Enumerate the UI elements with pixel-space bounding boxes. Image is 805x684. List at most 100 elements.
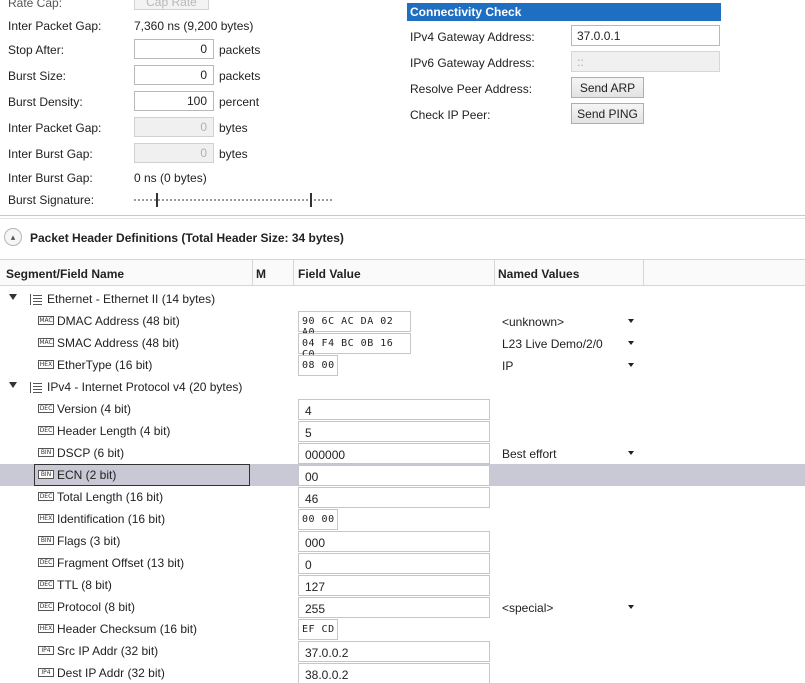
column-divider[interactable]: [293, 260, 294, 286]
field-value-input[interactable]: 127: [298, 575, 490, 596]
segment-label: Ethernet - Ethernet II (14 bytes): [47, 292, 216, 306]
field-name: Dest IP Addr (32 bit): [57, 666, 165, 680]
section-title: Packet Header Definitions (Total Header …: [30, 231, 344, 245]
field-type-icon: MAC: [38, 338, 54, 347]
field-value-input[interactable]: 08 00: [298, 355, 338, 376]
column-divider[interactable]: [643, 260, 644, 286]
field-value-input[interactable]: 0: [298, 553, 490, 574]
segment-row[interactable]: IPv4 - Internet Protocol v4 (20 bytes): [0, 376, 805, 398]
dropdown-arrow-icon[interactable]: [628, 605, 634, 609]
named-value[interactable]: <special>: [502, 601, 553, 615]
inter-packet-gap-input[interactable]: 0: [134, 117, 214, 137]
field-value-input[interactable]: 4: [298, 399, 490, 420]
named-value[interactable]: Best effort: [502, 447, 556, 461]
stop-after-unit: packets: [219, 43, 261, 57]
field-type-icon: DEC: [38, 404, 54, 413]
field-row[interactable]: DEC Fragment Offset (13 bit) 0: [0, 552, 805, 574]
section-separator: [0, 215, 805, 216]
field-value-input[interactable]: EF CD: [298, 619, 338, 640]
field-type-icon: BIN: [38, 448, 54, 457]
dropdown-arrow-icon[interactable]: [628, 319, 634, 323]
field-row[interactable]: BIN DSCP (6 bit) 000000 Best effort: [0, 442, 805, 464]
field-value-input[interactable]: 5: [298, 421, 490, 442]
field-type-icon: DEC: [38, 558, 54, 567]
field-value-input[interactable]: 000: [298, 531, 490, 552]
field-row[interactable]: DEC Total Length (16 bit) 46: [0, 486, 805, 508]
field-row[interactable]: DEC Protocol (8 bit) 255 <special>: [0, 596, 805, 618]
dropdown-arrow-icon[interactable]: [628, 363, 634, 367]
resolve-peer-label: Resolve Peer Address:: [410, 82, 533, 96]
field-value-input[interactable]: 255: [298, 597, 490, 618]
expand-arrow-icon[interactable]: [9, 382, 17, 388]
field-value-input[interactable]: 00: [298, 465, 490, 486]
segment-row[interactable]: Ethernet - Ethernet II (14 bytes): [0, 288, 805, 310]
burst-signature-label: Burst Signature:: [8, 193, 95, 207]
field-type-icon: BIN: [38, 470, 54, 479]
send-ping-button[interactable]: Send PING: [571, 103, 644, 124]
field-name: TTL (8 bit): [57, 578, 112, 592]
grid-header: Segment/Field Name M Field Value Named V…: [0, 259, 805, 286]
field-name: Identification (16 bit): [57, 512, 166, 526]
column-header-named-values[interactable]: Named Values: [498, 267, 579, 281]
named-value[interactable]: IP: [502, 359, 513, 373]
field-row[interactable]: HEX Header Checksum (16 bit) EF CD: [0, 618, 805, 640]
field-type-icon: DEC: [38, 492, 54, 501]
field-name: DMAC Address (48 bit): [57, 314, 180, 328]
field-row[interactable]: HEX EtherType (16 bit) 08 00 IP: [0, 354, 805, 376]
send-arp-button[interactable]: Send ARP: [571, 77, 644, 98]
column-header-segment[interactable]: Segment/Field Name: [6, 267, 124, 281]
dropdown-arrow-icon[interactable]: [628, 341, 634, 345]
collapse-section-icon[interactable]: ▴: [4, 228, 22, 246]
field-row[interactable]: DEC Header Length (4 bit) 5: [0, 420, 805, 442]
field-name: Protocol (8 bit): [57, 600, 136, 614]
field-type-icon: DEC: [38, 580, 54, 589]
stop-after-input[interactable]: 0: [134, 39, 214, 59]
field-value-input[interactable]: 000000: [298, 443, 490, 464]
check-ip-peer-label: Check IP Peer:: [410, 108, 491, 122]
field-row[interactable]: MACDMAC Address (48 bit) 90 6C AC DA 02 A…: [0, 310, 805, 338]
burst-size-label: Burst Size:: [8, 69, 67, 83]
dropdown-arrow-icon[interactable]: [628, 451, 634, 455]
field-row[interactable]: DEC Version (4 bit) 4: [0, 398, 805, 420]
inter-packet-gap-value: 7,360 ns (9,200 bytes): [134, 19, 254, 33]
field-value-input[interactable]: 38.0.0.2: [298, 663, 490, 684]
field-row[interactable]: DEC TTL (8 bit) 127: [0, 574, 805, 596]
field-value-input[interactable]: 04 F4 BC 0B 16 C0: [298, 333, 411, 360]
column-header-m[interactable]: M: [256, 267, 266, 281]
ipv4-gateway-input[interactable]: 37.0.0.1: [571, 25, 720, 46]
field-value-input[interactable]: 46: [298, 487, 490, 508]
field-name: Header Checksum (16 bit): [57, 622, 198, 636]
burst-size-unit: packets: [219, 69, 261, 83]
expand-arrow-icon[interactable]: [9, 294, 17, 300]
burst-density-input[interactable]: 100: [134, 91, 214, 111]
field-value-input[interactable]: 37.0.0.2: [298, 641, 490, 662]
field-type-icon: BIN: [38, 536, 54, 545]
column-header-field-value[interactable]: Field Value: [298, 267, 361, 281]
segment-icon: [30, 294, 42, 305]
field-row[interactable]: MACSMAC Address (48 bit) 04 F4 BC 0B 16 C…: [0, 332, 805, 360]
field-type-icon: DEC: [38, 426, 54, 435]
field-name: Version (4 bit): [57, 402, 132, 416]
cap-rate-button[interactable]: Cap Rate: [134, 0, 209, 10]
column-divider[interactable]: [252, 260, 253, 286]
field-name: Total Length (16 bit): [57, 490, 164, 504]
column-divider[interactable]: [494, 260, 495, 286]
field-type-icon: HEX: [38, 514, 54, 523]
field-row[interactable]: IP4 Src IP Addr (32 bit) 37.0.0.2: [0, 640, 805, 662]
inter-burst-gap-input[interactable]: 0: [134, 143, 214, 163]
inter-burst-gap-time-label: Inter Burst Gap:: [8, 171, 93, 185]
field-value-input[interactable]: 00 00: [298, 509, 338, 530]
field-row[interactable]: IP4 Dest IP Addr (32 bit) 38.0.0.2: [0, 662, 805, 684]
burst-size-input[interactable]: 0: [134, 65, 214, 85]
field-value-input[interactable]: 90 6C AC DA 02 A0: [298, 311, 411, 338]
burst-signature-graphic: [134, 193, 334, 207]
field-row[interactable]: HEX Identification (16 bit) 00 00: [0, 508, 805, 530]
ipv6-gateway-input[interactable]: ::: [571, 51, 720, 72]
field-row[interactable]: BIN Flags (3 bit) 000: [0, 530, 805, 552]
segment-icon: [30, 382, 42, 393]
named-value[interactable]: L23 Live Demo/2/0: [502, 337, 603, 351]
inter-packet-gap-bytes-label: Inter Packet Gap:: [8, 121, 102, 135]
field-row[interactable]: BIN ECN (2 bit) 00: [0, 464, 805, 486]
named-value[interactable]: <unknown>: [502, 315, 564, 329]
inter-burst-gap-time-value: 0 ns (0 bytes): [134, 171, 207, 185]
